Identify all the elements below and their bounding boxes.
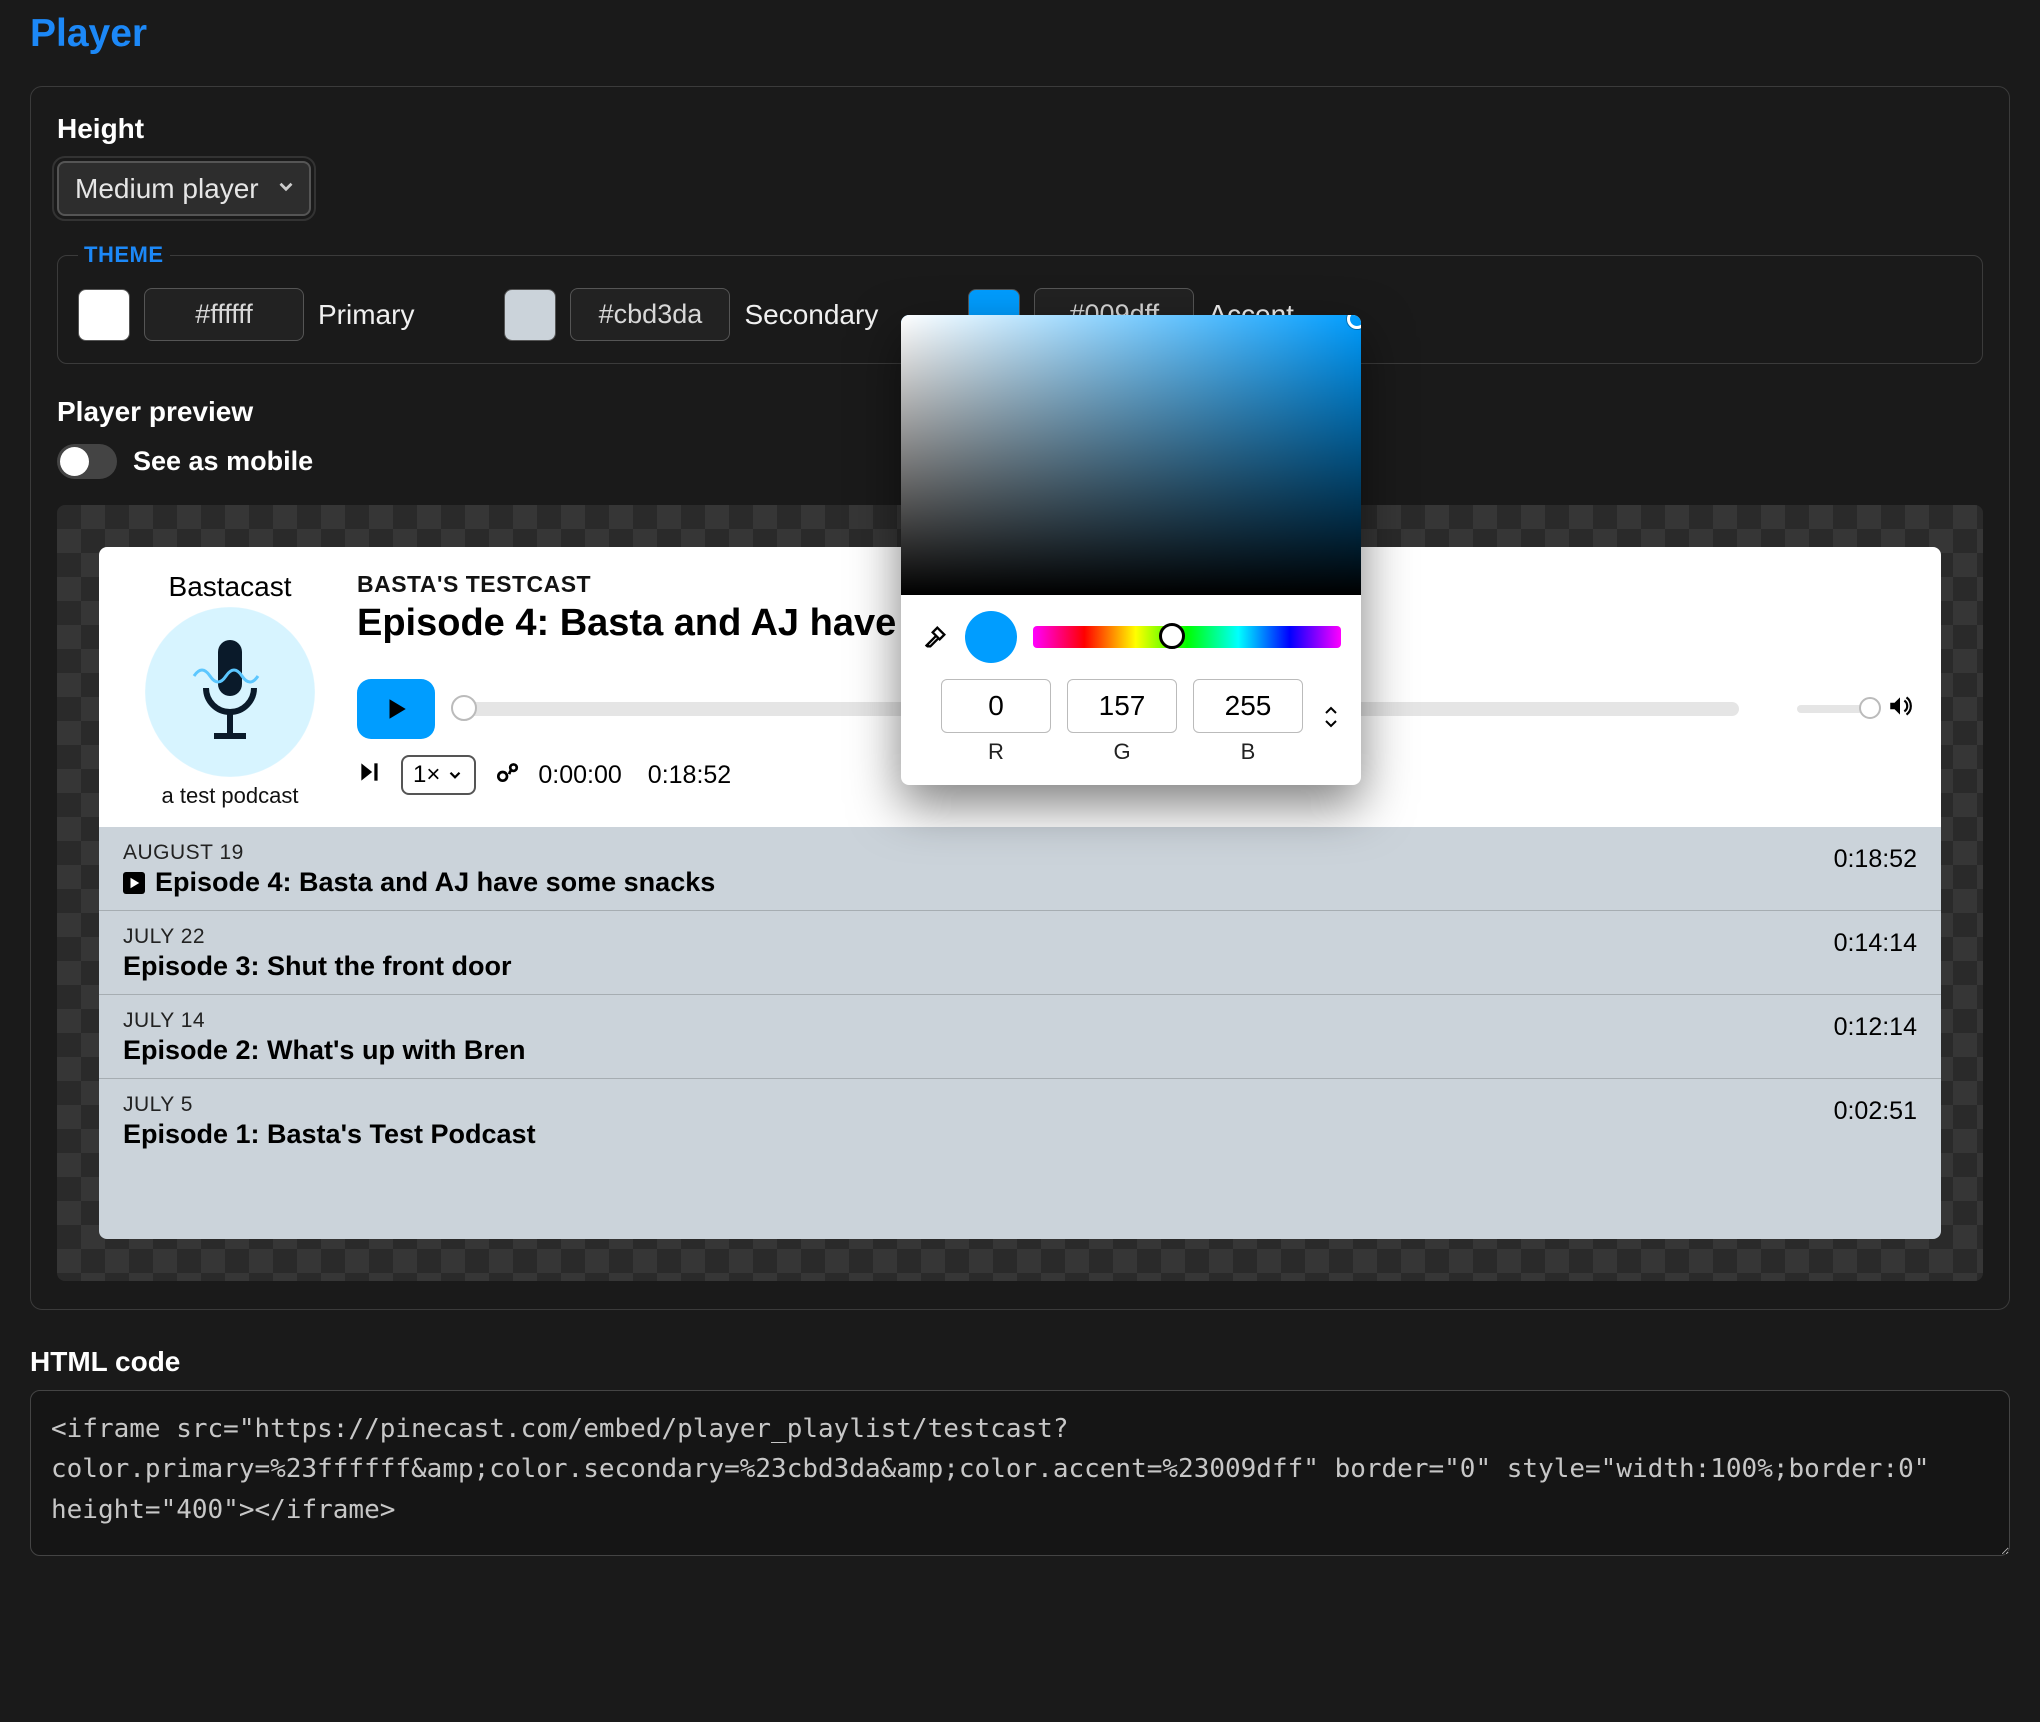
rgb-r-label: R [988, 739, 1004, 765]
time-duration: 0:18:52 [648, 761, 731, 790]
volume-slider[interactable] [1797, 705, 1877, 713]
microphone-icon [145, 607, 315, 777]
episode-list: AUGUST 19 Episode 4: Basta and AJ have s… [99, 827, 1941, 1239]
hue-thumb[interactable] [1159, 623, 1185, 649]
episode-row[interactable]: AUGUST 19 Episode 4: Basta and AJ have s… [99, 827, 1941, 911]
episode-date: AUGUST 19 [123, 841, 715, 865]
episode-name: Episode 2: What's up with Bren [123, 1035, 525, 1066]
play-button[interactable] [357, 679, 435, 739]
see-as-mobile-toggle[interactable] [57, 444, 117, 479]
episode-date: JULY 5 [123, 1093, 536, 1117]
player-settings-panel: Height Medium player THEME Primary Secon… [30, 86, 2010, 1310]
skip-next-icon[interactable] [357, 759, 383, 792]
rgb-g-label: G [1113, 739, 1130, 765]
theme-secondary: Secondary [504, 288, 878, 341]
podcast-artwork: Bastacast a test podcast [127, 571, 333, 809]
height-label: Height [57, 113, 1983, 145]
playback-speed-select[interactable]: 1× [401, 755, 476, 795]
theme-primary: Primary [78, 288, 414, 341]
episode-row[interactable]: JULY 22 Episode 3: Shut the front door 0… [99, 911, 1941, 995]
hue-slider[interactable] [1033, 626, 1341, 648]
episode-duration: 0:02:51 [1834, 1097, 1917, 1126]
see-as-mobile-label: See as mobile [133, 446, 313, 477]
color-picker-popover: R G B [901, 315, 1361, 785]
color-saturation-cursor[interactable] [1347, 315, 1361, 329]
theme-legend: THEME [78, 242, 170, 268]
episode-duration: 0:12:14 [1834, 1013, 1917, 1042]
html-code-label: HTML code [30, 1346, 2010, 1378]
episode-duration: 0:18:52 [1834, 845, 1917, 874]
episode-row[interactable]: JULY 14 Episode 2: What's up with Bren 0… [99, 995, 1941, 1079]
color-saturation-area[interactable] [901, 315, 1361, 595]
eyedropper-icon[interactable] [921, 623, 949, 651]
picker-result-swatch [965, 611, 1017, 663]
episode-date: JULY 14 [123, 1009, 525, 1033]
playback-speed-value: 1× [413, 761, 440, 789]
toggle-knob [60, 447, 89, 476]
podcast-brand: Bastacast [127, 571, 333, 603]
episode-date: JULY 22 [123, 925, 511, 949]
seek-thumb[interactable] [451, 695, 477, 721]
rgb-b-input[interactable] [1193, 679, 1303, 733]
volume-thumb[interactable] [1859, 697, 1881, 719]
episode-row[interactable]: JULY 5 Episode 1: Basta's Test Podcast 0… [99, 1079, 1941, 1239]
share-icon[interactable] [494, 759, 520, 792]
color-mode-toggle-icon[interactable] [1323, 705, 1339, 734]
rgb-g-input[interactable] [1067, 679, 1177, 733]
time-elapsed: 0:00:00 [538, 761, 621, 790]
now-playing-icon [123, 872, 145, 894]
episode-name: Episode 4: Basta and AJ have some snacks [155, 867, 715, 898]
embed-code-textarea[interactable] [30, 1390, 2010, 1556]
secondary-caption: Secondary [744, 299, 878, 331]
secondary-swatch[interactable] [504, 289, 556, 341]
episode-name: Episode 3: Shut the front door [123, 951, 511, 982]
primary-swatch[interactable] [78, 289, 130, 341]
episode-duration: 0:14:14 [1834, 929, 1917, 958]
volume-control [1797, 693, 1913, 725]
rgb-b-label: B [1241, 739, 1256, 765]
height-select[interactable]: Medium player [57, 161, 311, 216]
primary-caption: Primary [318, 299, 414, 331]
volume-icon[interactable] [1887, 693, 1913, 725]
podcast-tagline: a test podcast [127, 783, 333, 809]
episode-name: Episode 1: Basta's Test Podcast [123, 1119, 536, 1150]
primary-hex-input[interactable] [144, 288, 304, 341]
rgb-r-input[interactable] [941, 679, 1051, 733]
secondary-hex-input[interactable] [570, 288, 730, 341]
page-title: Player [0, 12, 2040, 68]
